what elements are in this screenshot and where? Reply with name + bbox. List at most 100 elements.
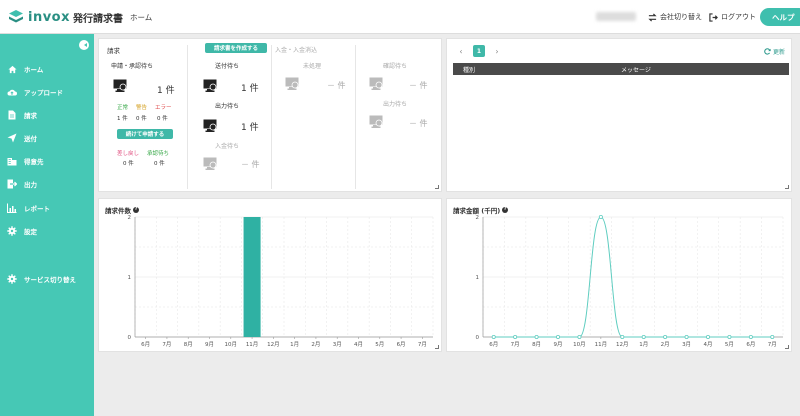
breadcrumb-home[interactable]: ホーム	[130, 12, 152, 23]
returned-label: 差し戻し	[117, 151, 140, 157]
page-1-button[interactable]: 1	[473, 45, 485, 57]
data-point	[748, 334, 753, 339]
column-type: 種別	[463, 67, 476, 74]
x-tick-label: 2月	[311, 341, 320, 348]
sidebar-item-label: 出力	[24, 181, 37, 189]
y-tick-label: 1	[128, 275, 132, 281]
gear-icon	[7, 226, 17, 236]
x-tick-label: 6月	[141, 341, 150, 348]
monitor-icon	[113, 79, 127, 92]
document-icon	[7, 110, 17, 120]
data-point	[534, 334, 539, 339]
unprocessed-count: － 件	[327, 81, 346, 90]
x-tick-label: 3月	[333, 341, 342, 348]
x-tick-label: 6月	[489, 341, 498, 348]
sidebar-item-label: ホーム	[24, 66, 44, 74]
output-wait-count: 1 件	[241, 123, 259, 133]
x-tick-label: 6月	[397, 341, 406, 348]
data-point	[491, 334, 496, 339]
x-tick-label: 5月	[725, 341, 734, 348]
continue-apply-button[interactable]: 続けて申請する	[117, 129, 173, 139]
gear-switch-icon	[7, 274, 17, 284]
data-point	[705, 334, 710, 339]
building-icon	[7, 156, 17, 166]
x-tick-label: 11月	[595, 341, 608, 348]
resize-handle[interactable]	[785, 345, 789, 349]
send-wait-label: 送付待ち	[215, 63, 240, 70]
service-switch-button[interactable]: サービス切り替え	[0, 271, 94, 287]
logout-link[interactable]: ログアウト	[709, 12, 756, 22]
billing-status-panel: 請求 請求書を作成する 入金・入金消込 申請・承認待ち 1 件 正常 警告 エラ…	[98, 38, 442, 192]
sidebar-item-send[interactable]: 送付	[0, 130, 94, 146]
sidebar-item-clients[interactable]: 得意先	[0, 153, 94, 169]
create-invoice-button[interactable]: 請求書を作成する	[205, 43, 267, 53]
prev-page-button[interactable]: ‹	[455, 45, 467, 57]
sidebar-item-billing[interactable]: 請求	[0, 107, 94, 123]
payment-wait-count: － 件	[241, 160, 260, 169]
app-logo[interactable]: invox 発行請求書	[8, 9, 123, 25]
switch-company-link[interactable]: 会社切り替え	[648, 12, 702, 22]
sidebar: ホーム アップロード 請求 送付 得意先 出力 レポート 設定 サービス切り替え	[0, 34, 94, 416]
data-point	[577, 334, 582, 339]
logout-label: ログアウト	[721, 13, 756, 21]
resize-handle[interactable]	[435, 185, 439, 189]
output-wait-2-count: － 件	[409, 119, 428, 128]
user-name-redacted	[596, 12, 636, 21]
column-divider	[355, 45, 356, 189]
x-tick-label: 5月	[375, 341, 384, 348]
monitor-icon	[285, 77, 299, 90]
monitor-icon	[203, 79, 217, 92]
top-bar: invox 発行請求書 ホーム 会社切り替え ログアウト ヘルプ	[0, 0, 800, 34]
sidebar-item-output[interactable]: 出力	[0, 176, 94, 192]
status-warning-label: 警告	[136, 105, 148, 111]
payment-wait-label: 入金待ち	[215, 143, 240, 150]
help-button[interactable]: ヘルプ	[760, 8, 800, 26]
resize-handle[interactable]	[435, 345, 439, 349]
data-point	[727, 334, 732, 339]
invoice-amount-chart-panel: 請求金額 (千円) ? 0 1 2 6月 7月 8月 9月 10月 11月 12月 1月 2月 3月 4月…	[446, 198, 792, 352]
messages-panel: ‹ 1 › 更新 種別 メッセージ	[446, 38, 792, 192]
payment-reconcile-link[interactable]: 入金・入金消込	[275, 45, 317, 54]
export-icon	[7, 179, 17, 189]
column-message: メッセージ	[621, 67, 651, 74]
x-tick-label: 12月	[267, 341, 280, 348]
resize-handle[interactable]	[785, 185, 789, 189]
status-error-label: エラー	[155, 105, 172, 111]
billing-title: 請求	[107, 47, 120, 55]
invoice-amount-chart: 0 1 2 6月 7月 8月 9月 10月 11月 12月 1月 2月 3月 4月 5月 6月 7月	[476, 214, 784, 348]
data-point	[641, 334, 646, 339]
monitor-icon	[203, 119, 217, 132]
sidebar-item-report[interactable]: レポート	[0, 200, 94, 216]
column-divider	[271, 45, 272, 189]
logout-icon	[709, 12, 718, 22]
y-tick-label: 0	[476, 335, 480, 341]
logo-text: invox	[28, 9, 71, 25]
sidebar-item-home[interactable]: ホーム	[0, 61, 94, 77]
approval-wait-label: 承認待ち	[147, 151, 170, 157]
switch-company-label: 会社切り替え	[660, 13, 702, 21]
invoice-count-chart: 0 1 2 6月 7月 8月 9月 10月 11月 12月 1月 2月 3月 4月 5月 6月 7月	[128, 215, 434, 348]
monitor-icon	[369, 77, 383, 90]
confirm-wait-label: 確認待ち	[383, 63, 408, 70]
refresh-button[interactable]: 更新	[764, 47, 785, 56]
sidebar-item-settings[interactable]: 設定	[0, 223, 94, 239]
logo-icon	[9, 10, 23, 23]
status-normal-label: 正常	[117, 105, 129, 111]
home-icon	[7, 64, 17, 74]
next-page-button[interactable]: ›	[491, 45, 503, 57]
cloud-upload-icon	[7, 87, 17, 97]
data-point	[556, 334, 561, 339]
sidebar-item-label: アップロード	[24, 89, 63, 97]
data-point	[513, 334, 518, 339]
x-tick-label: 7月	[511, 341, 520, 348]
status-warning-count: 0 件	[136, 116, 147, 122]
status-error-count: 0 件	[157, 116, 168, 122]
x-tick-label: 1月	[290, 341, 299, 348]
sidebar-item-upload[interactable]: アップロード	[0, 84, 94, 100]
data-point	[770, 334, 775, 339]
x-tick-label: 11月	[246, 341, 258, 348]
status-normal-count: 1 件	[117, 116, 128, 122]
collapse-sidebar-icon[interactable]	[79, 40, 89, 50]
page-background	[94, 356, 800, 416]
report-icon	[7, 203, 17, 213]
